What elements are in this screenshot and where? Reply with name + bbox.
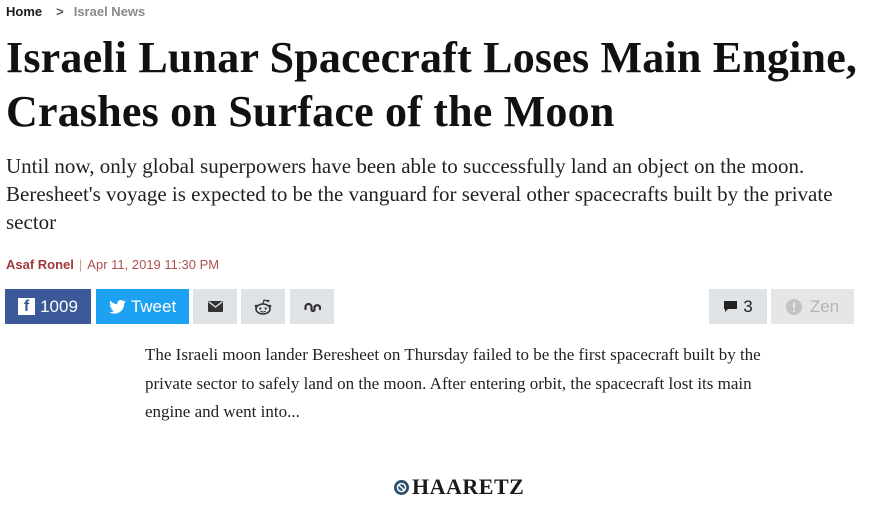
publish-date: Apr 11, 2019 11:30 PM [87, 257, 220, 272]
breadcrumb-separator: > [56, 4, 64, 19]
haaretz-logo[interactable]: HAARETZ [394, 474, 524, 500]
email-share-button[interactable] [193, 289, 237, 324]
stumbleupon-share-button[interactable] [290, 289, 334, 324]
facebook-share-button[interactable]: f 1009 [5, 289, 91, 324]
envelope-icon [207, 301, 223, 312]
byline: Asaf Ronel | Apr 11, 2019 11:30 PM [6, 257, 219, 272]
comments-button[interactable]: 3 [709, 289, 767, 324]
zen-mode-button[interactable]: Zen [771, 289, 854, 324]
facebook-icon: f [18, 298, 36, 315]
stumbleupon-icon [303, 301, 321, 313]
info-circle-icon [785, 298, 802, 315]
twitter-bird-icon [108, 299, 126, 314]
comments-count: 3 [743, 296, 753, 316]
article-subheadline: Until now, only global superpowers have … [6, 154, 833, 234]
article-headline: Israeli Lunar Spacecraft Loses Main Engi… [6, 33, 858, 136]
article-excerpt: The Israeli moon lander Beresheet on Thu… [145, 345, 761, 421]
facebook-share-count: 1009 [40, 296, 78, 316]
tweet-button[interactable]: Tweet [96, 289, 189, 324]
breadcrumb: Home > Israel News [6, 4, 145, 19]
reddit-share-button[interactable] [241, 289, 285, 324]
reddit-icon [254, 298, 272, 315]
byline-separator: | [78, 257, 83, 272]
speech-bubble-icon [723, 300, 738, 313]
haaretz-logo-icon [394, 479, 409, 495]
author-link[interactable]: Asaf Ronel [6, 257, 74, 272]
tweet-label: Tweet [130, 296, 177, 316]
haaretz-logo-text: HAARETZ [412, 474, 525, 499]
zen-label: Zen [809, 296, 840, 316]
breadcrumb-home-link[interactable]: Home [6, 4, 42, 19]
breadcrumb-section-link[interactable]: Israel News [74, 4, 146, 19]
